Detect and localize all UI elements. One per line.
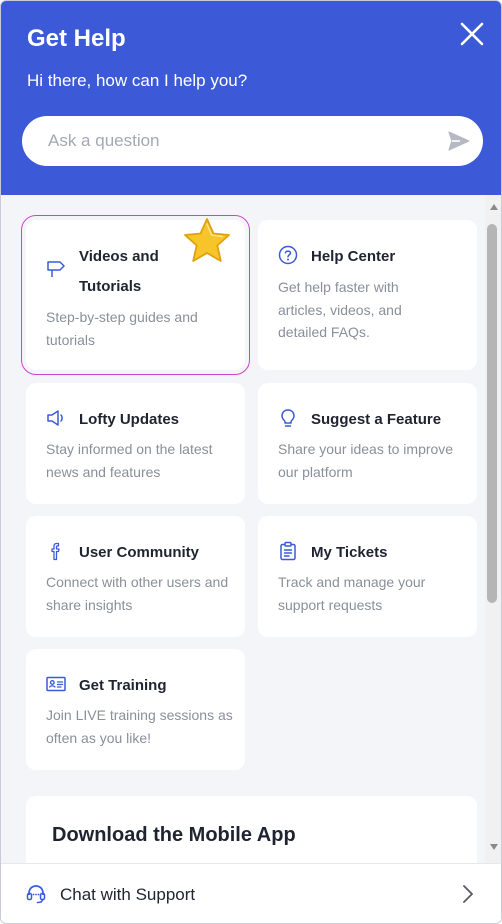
lightbulb-icon [281, 409, 295, 427]
card-title: Help Center [311, 248, 396, 265]
card-description: Stay informed on the latest news and fea… [46, 441, 213, 480]
help-header: Get Help Hi there, how can I help you? [1, 1, 501, 195]
send-button[interactable] [447, 129, 471, 153]
signpost-icon [47, 261, 65, 277]
clipboard-icon [280, 541, 296, 561]
card-description: Get help faster with articles, videos, a… [278, 279, 402, 340]
card-description: Track and manage your support requests [278, 574, 426, 613]
question-circle-icon [278, 245, 298, 265]
header-title: Get Help [27, 25, 126, 52]
search-input[interactable] [48, 116, 448, 166]
help-panel: Get Help Hi there, how can I help you? V… [0, 0, 502, 924]
download-app-title: Download the Mobile App [52, 824, 296, 846]
star-icon [184, 218, 230, 262]
megaphone-icon [47, 410, 63, 426]
scrollbar[interactable] [485, 195, 501, 863]
send-icon [448, 131, 470, 151]
card-title: Get Training [79, 677, 167, 694]
header-subtitle: Hi there, how can I help you? [27, 71, 248, 90]
scroll-down-icon[interactable] [489, 843, 499, 851]
card-user-community[interactable]: User Community Connect with other users … [26, 516, 245, 637]
help-content: Videos and Tutorials Step-by-step guides… [1, 195, 485, 863]
facebook-icon [51, 542, 60, 561]
close-icon [460, 22, 484, 46]
card-title: User Community [79, 544, 200, 561]
card-title: Suggest a Feature [311, 411, 442, 428]
card-suggest-feature[interactable]: Suggest a Feature Share your ideas to im… [258, 383, 477, 504]
scrollbar-thumb[interactable] [487, 224, 497, 603]
card-get-training[interactable]: Get Training Join LIVE training sessions… [26, 649, 245, 770]
card-title: Lofty Updates [79, 411, 180, 428]
card-description: Join LIVE training sessions as often as … [46, 707, 233, 746]
headset-icon [26, 885, 46, 904]
card-help-center[interactable]: Help Center Get help faster with article… [258, 220, 477, 370]
card-title: Videos and Tutorials [79, 248, 159, 295]
download-app-card[interactable]: Download the Mobile App [26, 796, 477, 863]
card-description: Connect with other users and share insig… [46, 574, 229, 613]
card-description: Step-by-step guides and tutorials [46, 309, 198, 348]
chat-with-support-button[interactable]: Chat with Support [1, 863, 501, 923]
scroll-up-icon[interactable] [489, 203, 499, 211]
card-title: My Tickets [311, 544, 388, 561]
id-card-icon [46, 676, 66, 692]
chat-with-support-label: Chat with Support [60, 885, 196, 904]
card-lofty-updates[interactable]: Lofty Updates Stay informed on the lates… [26, 383, 245, 504]
chevron-right-icon [463, 885, 473, 903]
card-my-tickets[interactable]: My Tickets Track and manage your support… [258, 516, 477, 637]
search-bar [22, 116, 483, 166]
close-button[interactable] [457, 19, 487, 49]
card-description: Share your ideas to improve our platform [278, 441, 454, 480]
